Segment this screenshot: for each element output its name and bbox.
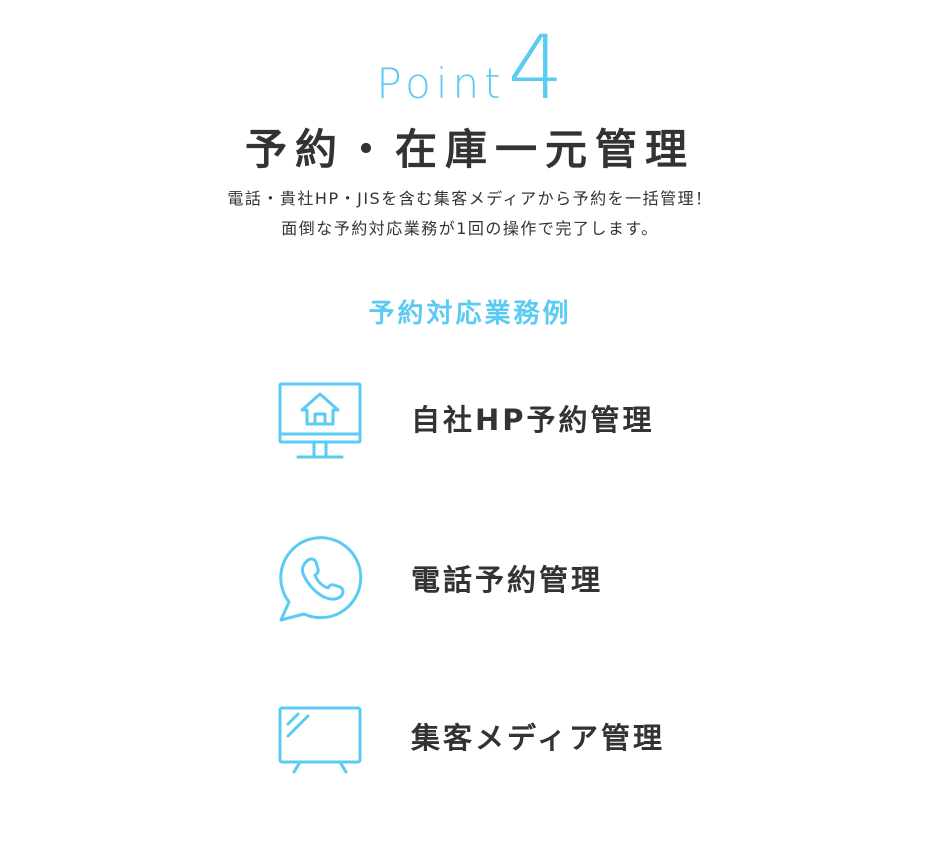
point-number: 4	[507, 16, 564, 119]
item-label: 電話予約管理	[411, 563, 604, 597]
point-label: Point4	[0, 24, 940, 114]
phone-bubble-icon	[276, 536, 364, 624]
tv-screen-icon	[276, 702, 364, 790]
list-item-phone-reservation: 電話予約管理	[0, 536, 940, 626]
list-item-hp-reservation: 自社HP予約管理	[0, 376, 940, 466]
description-line-1: 電話・貴社HP・JISを含む集客メディアから予約を一括管理！	[227, 189, 713, 208]
page-title: 予約・在庫一元管理	[244, 125, 695, 174]
point-word: Point	[376, 59, 506, 108]
item-label: 自社HP予約管理	[411, 403, 655, 437]
description-line-2: 面倒な予約対応業務が1回の操作で完了します。	[281, 219, 659, 238]
section-heading: 予約対応業務例	[368, 299, 572, 329]
monitor-home-icon	[276, 380, 364, 468]
list-item-media-management: 集客メディア管理	[0, 700, 940, 790]
item-label: 集客メディア管理	[411, 721, 665, 755]
